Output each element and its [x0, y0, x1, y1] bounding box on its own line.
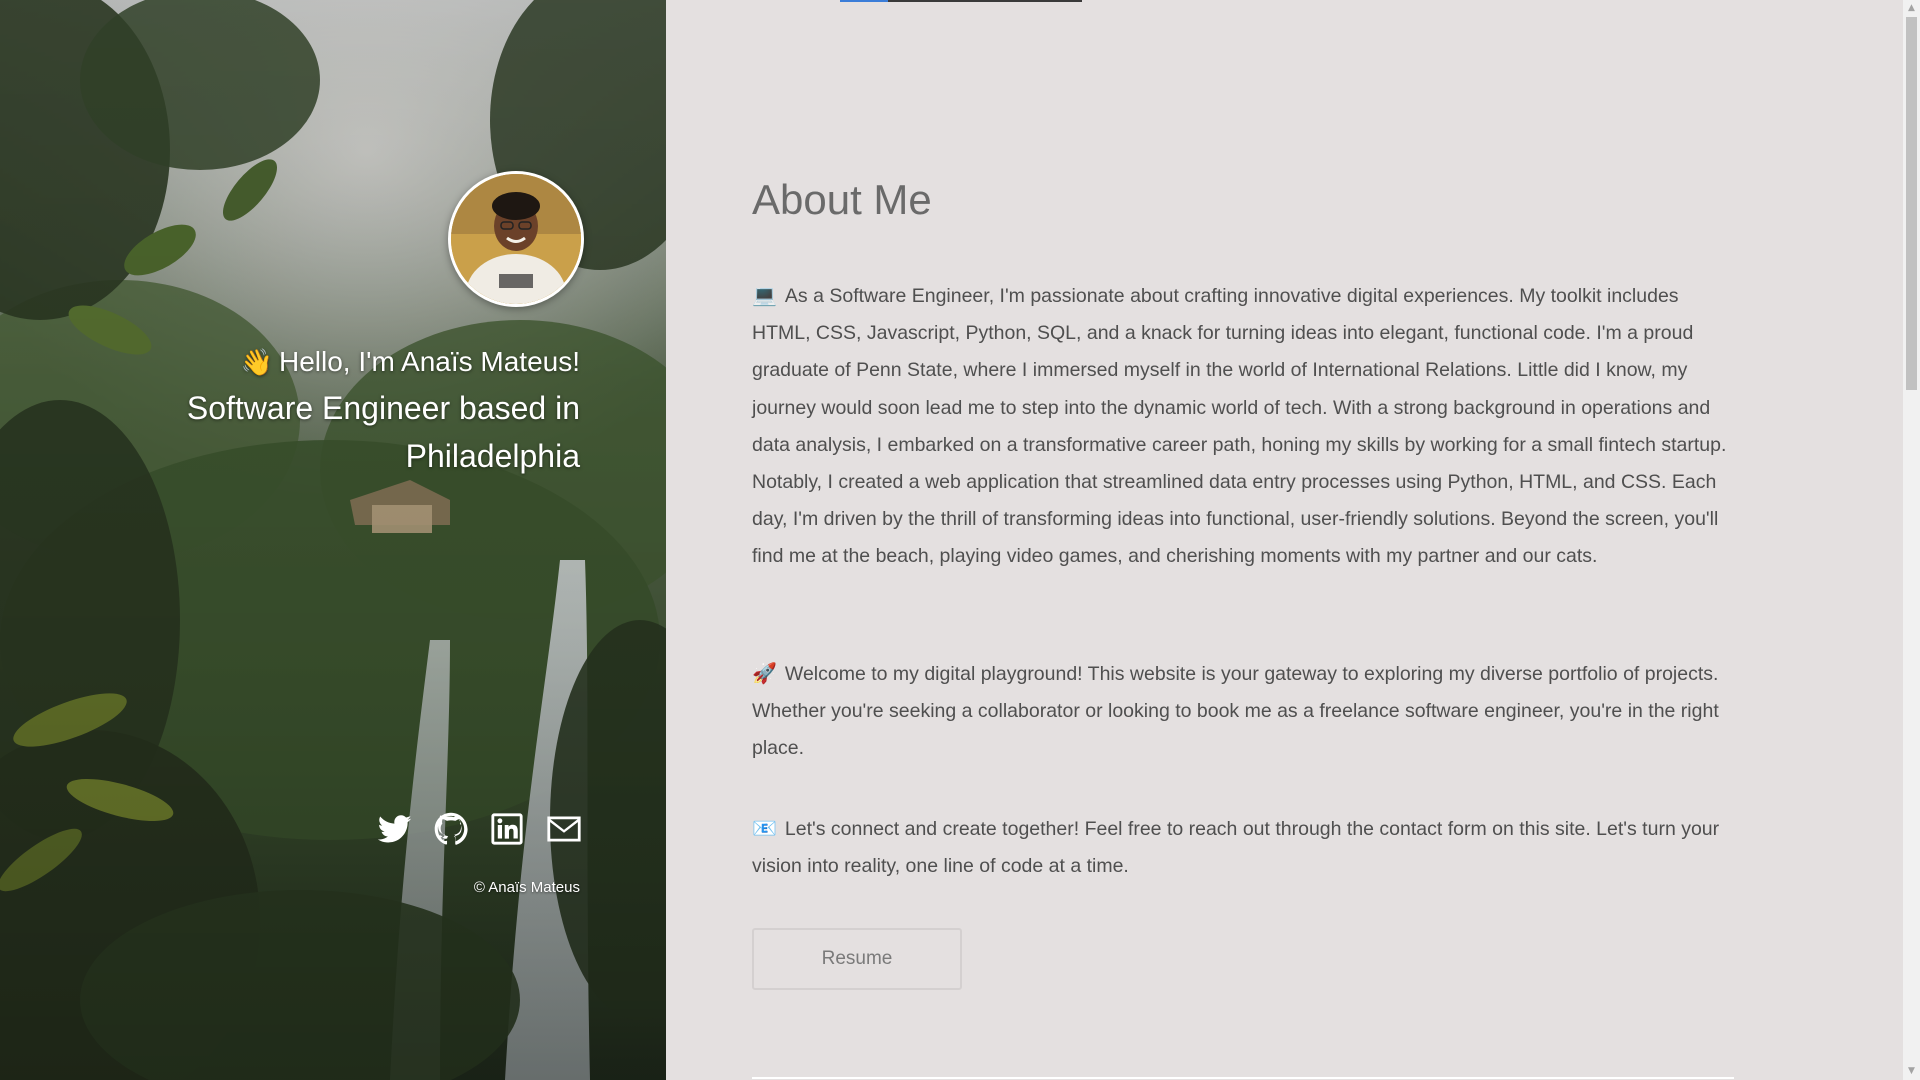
- hero-greeting: 👋 Hello, I'm Anaïs Mateus!: [60, 342, 580, 382]
- avatar: [448, 171, 584, 307]
- github-link[interactable]: [434, 812, 468, 846]
- top-progress-accent: [840, 0, 888, 2]
- hero-overlay: [0, 0, 666, 1080]
- twitter-icon: [378, 815, 412, 843]
- rocket-icon: 🚀: [752, 663, 777, 685]
- copyright: © Anaïs Mateus: [473, 879, 580, 896]
- intro-text: As a Software Engineer, I'm passionate a…: [752, 285, 1727, 568]
- hero-panel: 👋 Hello, I'm Anaïs Mateus! Software Engin…: [0, 0, 666, 1080]
- welcome-text: Welcome to my digital playground! This w…: [752, 663, 1719, 760]
- github-icon: [434, 812, 468, 845]
- waving-hand-icon: 👋: [240, 347, 273, 377]
- twitter-link[interactable]: [378, 812, 412, 846]
- resume-button[interactable]: Resume: [752, 928, 962, 990]
- greeting-text: Hello, I'm Anaïs Mateus!: [278, 346, 580, 377]
- profile-photo: [451, 174, 581, 304]
- about-paragraph-connect: 📧 Let's connect and create together! Feel…: [752, 811, 1736, 885]
- top-progress-bar: [840, 0, 1082, 2]
- section-divider: [752, 1077, 1734, 1079]
- hero-tagline: Software Engineer based in Philadelphia: [186, 390, 580, 474]
- email-link[interactable]: [546, 812, 582, 846]
- envelope-emoji-icon: 📧: [752, 818, 777, 840]
- social-links: [378, 812, 582, 846]
- scroll-down-arrow-icon[interactable]: ▼: [1903, 1063, 1920, 1080]
- about-paragraph-intro: 💻 As a Software Engineer, I'm passionate …: [752, 278, 1736, 576]
- page-title: About Me: [752, 176, 932, 223]
- scrollbar-thumb[interactable]: [1906, 17, 1917, 390]
- scroll-up-arrow-icon[interactable]: ▲: [1903, 0, 1920, 17]
- page-scrollbar[interactable]: ▲ ▼: [1903, 0, 1920, 1080]
- about-paragraph-welcome: 🚀 Welcome to my digital playground! This …: [752, 656, 1736, 768]
- connect-text: Let's connect and create together! Feel …: [752, 818, 1720, 878]
- linkedin-icon: [491, 813, 523, 845]
- laptop-icon: 💻: [752, 285, 777, 307]
- envelope-icon: [547, 816, 581, 842]
- linkedin-link[interactable]: [490, 812, 524, 846]
- about-section: About Me 💻 As a Software Engineer, I'm pa…: [666, 0, 1903, 1080]
